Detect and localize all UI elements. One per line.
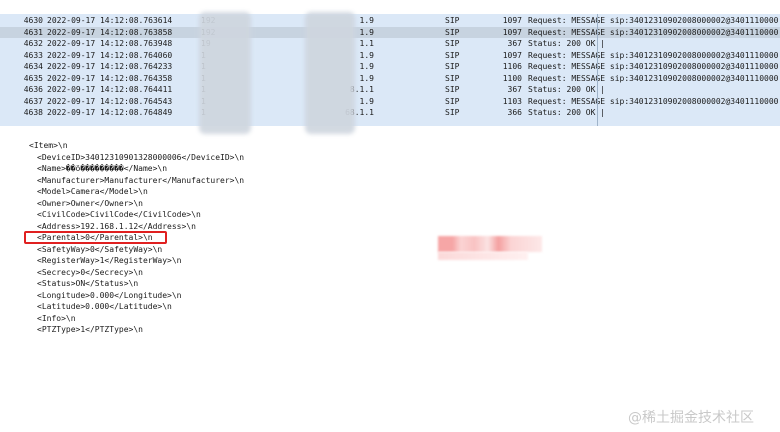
packet-list[interactable]: 46302022-09-17 14:12:08.7636141921.9SIP1… bbox=[0, 14, 780, 126]
packet-time-cell: 2022-09-17 14:12:08.764060 bbox=[47, 50, 173, 60]
packet-info-cell: Request: MESSAGE sip:3401231090200800000… bbox=[528, 27, 780, 37]
redacted-area-lower bbox=[438, 252, 528, 260]
packet-info-cell: Request: MESSAGE sip:3401231090200800000… bbox=[528, 16, 780, 25]
xml-line: <Item>\n bbox=[29, 141, 68, 150]
xml-line: <DeviceID>34012310901328000006</DeviceID… bbox=[37, 152, 245, 162]
packet-len-cell: 1097 bbox=[502, 27, 522, 37]
packet-row[interactable]: 46352022-09-17 14:12:08.76435811.9SIP110… bbox=[0, 73, 780, 85]
xml-line: <Owner>Owner</Owner>\n bbox=[37, 198, 143, 208]
packet-no-cell: 4631 bbox=[23, 27, 43, 37]
packet-info-cell: Status: 200 OK | bbox=[528, 39, 606, 48]
packet-proto-cell: SIP bbox=[445, 73, 460, 83]
watermark: @稀土掘金技术社区 bbox=[628, 410, 754, 426]
redacted-destination-column bbox=[305, 12, 355, 134]
packet-len-cell: 1097 bbox=[502, 50, 522, 60]
partially-visible-row bbox=[0, 121, 780, 126]
packet-time-cell: 2022-09-17 14:12:08.764233 bbox=[47, 62, 173, 71]
packet-no-cell: 4638 bbox=[23, 108, 43, 117]
packet-info-cell: Request: MESSAGE sip:3401231090200800000… bbox=[528, 73, 780, 83]
packet-time-cell: 2022-09-17 14:12:08.764543 bbox=[47, 96, 173, 106]
packet-len-cell: 1097 bbox=[502, 16, 522, 25]
packet-len-cell: 1100 bbox=[502, 73, 522, 83]
packet-time-cell: 2022-09-17 14:12:08.763858 bbox=[47, 27, 173, 37]
packet-row[interactable]: 46312022-09-17 14:12:08.7638581921.9SIP1… bbox=[0, 26, 780, 38]
xml-line: <Manufacturer>Manufacturer</Manufacturer… bbox=[37, 175, 245, 185]
xml-line: <Longitude>0.000</Longitude>\n bbox=[37, 290, 182, 300]
xml-line: <Status>ON</Status>\n bbox=[37, 279, 139, 288]
packet-proto-cell: SIP bbox=[445, 96, 460, 106]
packet-time-cell: 2022-09-17 14:12:08.764849 bbox=[47, 108, 173, 117]
packet-no-cell: 4633 bbox=[23, 50, 43, 60]
packet-time-cell: 2022-09-17 14:12:08.763614 bbox=[47, 16, 173, 25]
packet-no-cell: 4636 bbox=[23, 85, 43, 94]
packet-len-cell: 367 bbox=[507, 85, 522, 94]
xml-line: <PTZType>1</PTZType>\n bbox=[37, 325, 143, 334]
packet-row[interactable]: 46372022-09-17 14:12:08.76454311.9SIP110… bbox=[0, 96, 780, 108]
packet-no-cell: 4630 bbox=[23, 16, 43, 25]
xml-line: <Name>��ö���������</Name>\n bbox=[37, 164, 168, 173]
packet-no-cell: 4637 bbox=[23, 96, 43, 106]
packet-proto-cell: SIP bbox=[445, 50, 460, 60]
column-separator bbox=[597, 14, 598, 126]
xml-line: <Secrecy>0</Secrecy>\n bbox=[37, 267, 143, 277]
packet-row[interactable]: 46332022-09-17 14:12:08.76406011.9SIP109… bbox=[0, 50, 780, 62]
packet-no-cell: 4632 bbox=[23, 39, 43, 48]
packet-info-cell: Request: MESSAGE sip:3401231090200800000… bbox=[528, 62, 780, 71]
packet-len-cell: 1106 bbox=[502, 62, 522, 71]
packet-proto-cell: SIP bbox=[445, 85, 460, 94]
packet-proto-cell: SIP bbox=[445, 62, 460, 71]
packet-info-cell: Status: 200 OK | bbox=[528, 108, 606, 117]
redacted-area bbox=[438, 236, 542, 252]
packet-proto-cell: SIP bbox=[445, 16, 460, 25]
xml-line: <Latitude>0.000</Latitude>\n bbox=[37, 302, 172, 311]
packet-len-cell: 1103 bbox=[502, 96, 522, 106]
packet-row[interactable]: 46362022-09-17 14:12:08.76441118.1.1SIP3… bbox=[0, 84, 780, 96]
packet-no-cell: 4635 bbox=[23, 73, 43, 83]
xml-line: <SafetyWay>0</SafetyWay>\n bbox=[37, 244, 163, 254]
xml-line: <CivilCode>CivilCode</CivilCode>\n bbox=[37, 210, 201, 219]
packet-proto-cell: SIP bbox=[445, 108, 460, 117]
redacted-source-column bbox=[199, 12, 251, 134]
packet-time-cell: 2022-09-17 14:12:08.763948 bbox=[47, 39, 173, 48]
parental-highlight-box bbox=[24, 231, 167, 244]
packet-row[interactable]: 46302022-09-17 14:12:08.7636141921.9SIP1… bbox=[0, 15, 780, 27]
packet-info-cell: Request: MESSAGE sip:3401231090200800000… bbox=[528, 96, 780, 106]
packet-info-cell: Request: MESSAGE sip:3401231090200800000… bbox=[528, 50, 780, 60]
packet-no-cell: 4634 bbox=[23, 62, 43, 71]
xml-line: <Address>192.168.1.12</Address>\n bbox=[37, 221, 196, 231]
packet-proto-cell: SIP bbox=[445, 27, 460, 37]
packet-len-cell: 367 bbox=[507, 39, 522, 48]
packet-proto-cell: SIP bbox=[445, 39, 460, 48]
xml-line: <Info>\n bbox=[37, 313, 76, 323]
xml-line: <RegisterWay>1</RegisterWay>\n bbox=[37, 256, 182, 265]
packet-info-cell: Status: 200 OK | bbox=[528, 85, 606, 94]
xml-line: <Model>Camera</Model>\n bbox=[37, 187, 148, 196]
packet-len-cell: 366 bbox=[507, 108, 522, 117]
packet-row[interactable]: 46382022-09-17 14:12:08.764849168.1.1SIP… bbox=[0, 107, 780, 119]
packet-row[interactable]: 46342022-09-17 14:12:08.76423311.9SIP110… bbox=[0, 61, 780, 73]
packet-time-cell: 2022-09-17 14:12:08.764358 bbox=[47, 73, 173, 83]
packet-row[interactable]: 46322022-09-17 14:12:08.763948191.1SIP36… bbox=[0, 38, 780, 50]
packet-time-cell: 2022-09-17 14:12:08.764411 bbox=[47, 85, 173, 94]
